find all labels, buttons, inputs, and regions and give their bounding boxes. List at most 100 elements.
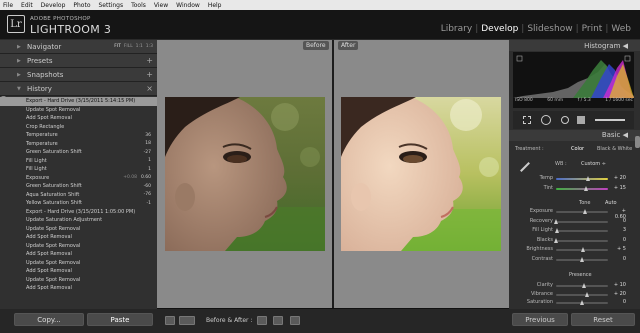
slider-thumb[interactable] [580, 247, 585, 252]
history-item[interactable]: Update Spot Removal [0, 225, 157, 234]
slider-thumb[interactable] [583, 186, 588, 191]
treatment-color-option[interactable]: Color [571, 146, 584, 152]
menu-window[interactable]: Window [176, 2, 200, 9]
history-item[interactable]: Temperature 18 [0, 140, 157, 149]
slider-thumb[interactable] [583, 209, 588, 214]
basic-panel-header[interactable]: Basic ◀ [509, 130, 640, 141]
reset-button[interactable]: Reset [571, 313, 635, 326]
treatment-bw-option[interactable]: Black & White [597, 146, 632, 152]
menu-settings[interactable]: Settings [99, 2, 124, 9]
module-web[interactable]: Web [608, 24, 634, 34]
menu-help[interactable]: Help [208, 2, 222, 9]
slider-tint[interactable]: Tint + 15 [509, 185, 640, 193]
module-develop[interactable]: Develop [478, 24, 521, 34]
history-item[interactable]: Fill Light 1 [0, 165, 157, 174]
slider-thumb[interactable] [585, 176, 590, 181]
history-item[interactable]: Export - Hard Drive (3/15/2011 1:05:00 P… [0, 208, 157, 217]
slider-value[interactable]: 0 [610, 218, 626, 224]
histogram-panel-header[interactable]: Histogram ◀ [509, 40, 640, 51]
slider-track[interactable] [556, 211, 608, 213]
history-item[interactable]: Export - Hard Drive (3/15/2011 5:14:15 P… [0, 97, 157, 106]
graduated-filter-icon[interactable] [577, 116, 585, 124]
slider-thumb[interactable] [582, 283, 587, 288]
history-item[interactable]: Aqua Saturation Shift -76 [0, 191, 157, 200]
slider-track[interactable] [556, 230, 608, 232]
slider-value[interactable]: + 20 [610, 291, 626, 297]
white-balance-eyedropper-icon[interactable] [520, 162, 530, 172]
loupe-view-button[interactable] [165, 316, 175, 325]
history-item[interactable]: Add Spot Removal [0, 233, 157, 242]
slider-thumb[interactable] [553, 218, 558, 224]
snapshots-panel-header[interactable]: ▶ Snapshots + [0, 68, 157, 82]
zoom-fill[interactable]: FILL [124, 44, 133, 49]
before-after-view-button[interactable] [179, 316, 195, 325]
slider-thumb[interactable] [579, 256, 584, 262]
slider-thumb[interactable] [555, 228, 560, 233]
slider-recovery[interactable]: Recovery 0 [509, 218, 640, 226]
crop-tool-icon[interactable] [523, 116, 531, 124]
history-item[interactable]: Update Spot Removal [0, 106, 157, 115]
slider-fill-light[interactable]: Fill Light 3 [509, 227, 640, 235]
zoom-fit[interactable]: FIT [114, 44, 121, 49]
slider-exposure[interactable]: Exposure + 0.60 [509, 208, 640, 220]
before-photo[interactable] [165, 97, 325, 251]
slider-track[interactable] [556, 188, 608, 190]
history-item[interactable]: Update Spot Removal [0, 276, 157, 285]
module-library[interactable]: Library [438, 24, 475, 34]
slider-track[interactable] [556, 178, 608, 180]
slider-track[interactable] [556, 239, 608, 242]
right-panel-scrollbar[interactable] [635, 40, 640, 305]
clear-history-icon[interactable]: × [146, 84, 153, 93]
slider-vibrance[interactable]: Vibrance + 20 [509, 291, 640, 299]
menu-view[interactable]: View [154, 2, 168, 9]
slider-value[interactable]: 0 [610, 237, 626, 243]
history-item[interactable]: Update Spot Removal [0, 242, 157, 251]
slider-clarity[interactable]: Clarity + 10 [509, 282, 640, 290]
spot-removal-icon[interactable] [541, 115, 551, 125]
navigator-panel-header[interactable]: ▶ Navigator FIT FILL 1:1 1:3 [0, 40, 157, 54]
paste-settings-button[interactable]: Paste [87, 313, 153, 326]
slider-blacks[interactable]: Blacks 0 [509, 237, 640, 245]
slider-thumb[interactable] [584, 291, 589, 297]
menu-edit[interactable]: Edit [21, 2, 33, 9]
history-item[interactable]: Crop Rectangle [0, 123, 157, 132]
module-slideshow[interactable]: Slideshow [524, 24, 575, 34]
slider-value[interactable]: + 5 [610, 246, 626, 252]
adjustment-brush-icon[interactable] [595, 119, 625, 121]
slider-value[interactable]: + 15 [610, 185, 626, 191]
copy-after-to-before-icon[interactable] [273, 316, 283, 325]
red-eye-icon[interactable] [561, 116, 569, 124]
swap-before-after-icon[interactable] [290, 316, 300, 325]
slider-value[interactable]: 0 [610, 299, 626, 305]
module-print[interactable]: Print [579, 24, 606, 34]
slider-value[interactable]: 0 [610, 256, 626, 262]
history-item[interactable]: Green Saturation Shift -60 [0, 182, 157, 191]
history-panel-header[interactable]: ▼ History × [0, 82, 157, 96]
history-item[interactable]: Add Spot Removal [0, 114, 157, 123]
add-preset-icon[interactable]: + [146, 56, 153, 65]
after-photo[interactable] [341, 97, 501, 251]
slider-thumb[interactable] [553, 237, 558, 243]
copy-settings-button[interactable]: Copy... [14, 313, 84, 326]
history-item[interactable]: Add Spot Removal [0, 284, 157, 293]
history-item[interactable]: Green Saturation Shift -27 [0, 148, 157, 157]
slider-thumb[interactable] [579, 300, 584, 305]
history-item[interactable]: Add Spot Removal [0, 250, 157, 259]
slider-temp[interactable]: Temp + 20 [509, 175, 640, 183]
auto-tone-button[interactable]: Auto [605, 200, 617, 206]
zoom-1-3[interactable]: 1:3 [146, 44, 153, 49]
slider-track[interactable] [556, 220, 608, 223]
menu-file[interactable]: File [3, 2, 13, 9]
slider-track[interactable] [556, 293, 608, 296]
scroll-thumb[interactable] [635, 136, 640, 148]
history-item[interactable]: Add Spot Removal [0, 267, 157, 276]
history-item[interactable]: Temperature 36 [0, 131, 157, 140]
slider-value[interactable]: + 10 [610, 282, 626, 288]
menu-tools[interactable]: Tools [131, 2, 146, 9]
add-snapshot-icon[interactable]: + [146, 70, 153, 79]
zoom-1-1[interactable]: 1:1 [136, 44, 143, 49]
previous-button[interactable]: Previous [512, 313, 568, 326]
presets-panel-header[interactable]: ▶ Presets + [0, 54, 157, 68]
history-item[interactable]: Exposure +0.08 0.60 [0, 174, 157, 183]
history-item[interactable]: Update Saturation Adjustment [0, 216, 157, 225]
